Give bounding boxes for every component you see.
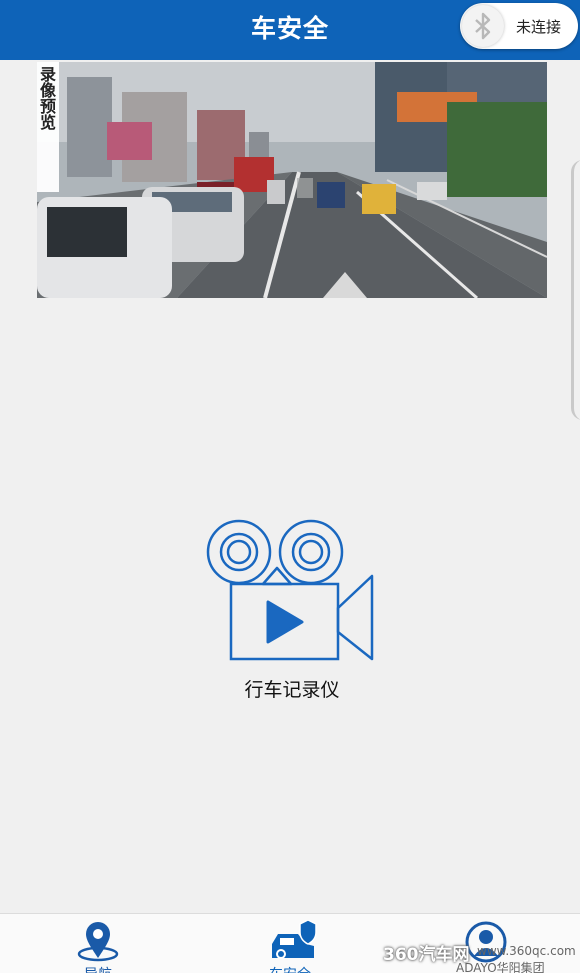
- edge-scroll-indicator: [571, 160, 580, 420]
- watermark-corp: ADAYO华阳集团: [456, 961, 545, 973]
- bluetooth-status: 未连接: [516, 18, 562, 36]
- nav-item-car-safety[interactable]: 车安全: [230, 914, 350, 973]
- video-preview[interactable]: 录像预览: [37, 62, 547, 298]
- dashcam-recorder-button[interactable]: 行车记录仪: [200, 510, 384, 720]
- nav-label-navigation: 导航: [38, 964, 158, 973]
- preview-tag: 录像预览: [37, 62, 59, 192]
- car-safety-icon: [272, 920, 317, 959]
- watermark-url: www.360qc.com: [477, 944, 576, 958]
- preview-tag-label: 录像预览: [37, 66, 56, 130]
- nav-item-navigation[interactable]: 导航: [38, 914, 158, 973]
- nav-label-car-safety: 车安全: [230, 964, 350, 973]
- video-camera-icon: [206, 519, 374, 661]
- location-pin-icon: [77, 922, 119, 962]
- recorder-label: 行车记录仪: [244, 679, 340, 701]
- bluetooth-icon: [462, 5, 504, 47]
- bluetooth-toggle[interactable]: 未连接: [460, 3, 578, 49]
